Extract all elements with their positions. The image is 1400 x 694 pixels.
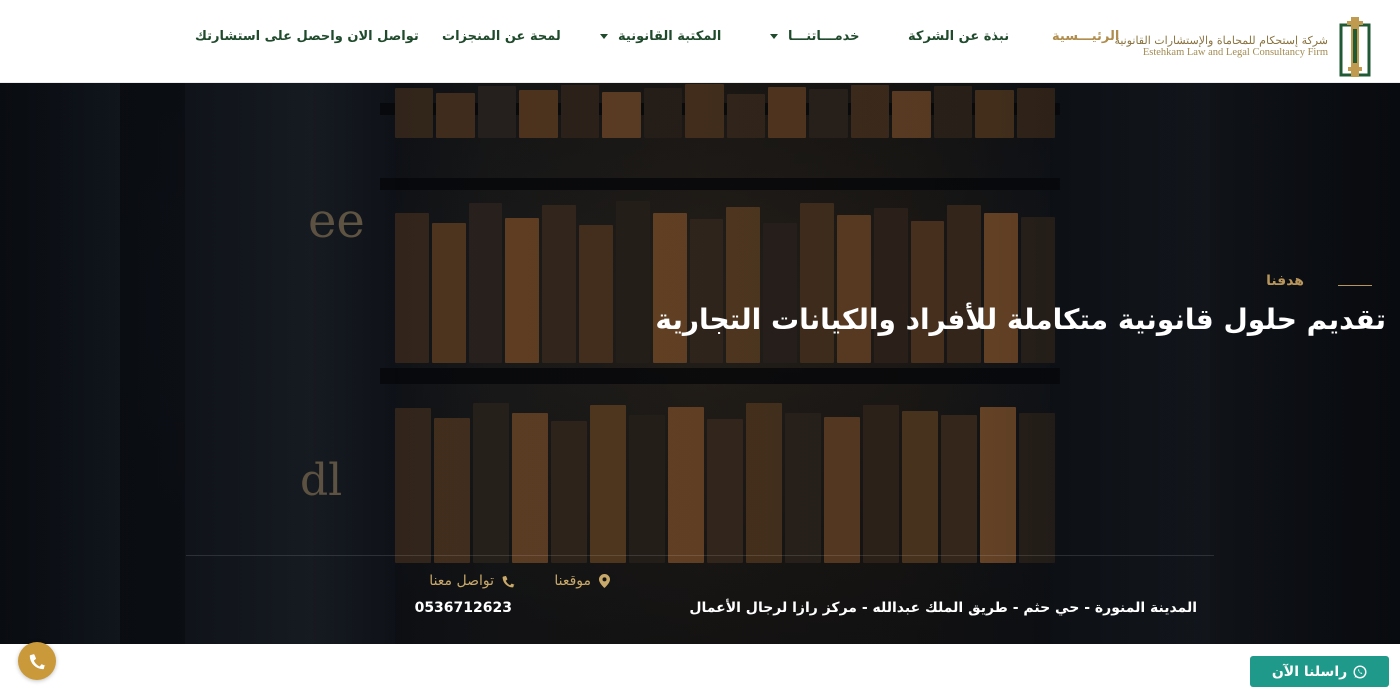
phone-icon: [29, 653, 45, 669]
nav-achievements[interactable]: لمحة عن المنجزات: [442, 26, 561, 46]
brand-logo[interactable]: شركة إستحكام للمحاماة والإستشارات القانو…: [1114, 14, 1372, 80]
call-button[interactable]: [18, 642, 56, 680]
location-label-text: موقعنا: [554, 573, 591, 589]
chevron-down-icon: [770, 33, 778, 39]
phone-icon: [502, 575, 515, 587]
brand-text: شركة إستحكام للمحاماة والإستشارات القانو…: [1114, 34, 1328, 60]
nav-library[interactable]: المكتبة القانونية: [600, 26, 721, 46]
whatsapp-icon: [1353, 664, 1367, 679]
whatsapp-button[interactable]: راسلنا الآن: [1250, 656, 1389, 687]
chevron-down-icon: [600, 33, 608, 39]
contact-label: تواصل معنا: [429, 573, 515, 589]
phone-number-link[interactable]: 0536712623: [415, 600, 512, 616]
nav-home[interactable]: الرئيـــسية: [1052, 26, 1119, 46]
location-label: موقعنا: [554, 573, 610, 589]
hero-divider: [186, 555, 1214, 556]
nav-services[interactable]: خدمـــاتنـــا: [770, 26, 860, 46]
whatsapp-label: راسلنا الآن: [1271, 663, 1348, 680]
nav-services-label: خدمـــاتنـــا: [788, 28, 860, 44]
hero-kicker: هدفنا: [1266, 273, 1304, 289]
brand-name-ar: شركة إستحكام للمحاماة والإستشارات القانو…: [1114, 34, 1328, 48]
location-value: المدينة المنورة - حي حثم - طريق الملك عب…: [689, 600, 1197, 616]
site-header: شركة إستحكام للمحاماة والإستشارات القانو…: [0, 0, 1400, 83]
nav-library-label: المكتبة القانونية: [618, 28, 722, 44]
contact-label-text: تواصل معنا: [429, 573, 494, 589]
hero-title: تقديم حلول قانونية متكاملة للأفراد والكي…: [655, 303, 1386, 336]
hero-section: ee dl هدفنا تقديم حلول قانونية متكاملة ل…: [0, 83, 1400, 644]
nav-about[interactable]: نبذة عن الشركة: [908, 26, 1009, 46]
map-pin-icon: [599, 574, 610, 588]
tower-logo-icon: [1339, 17, 1371, 77]
brand-name-en: Estehkam Law and Legal Consultancy Firm: [1142, 47, 1328, 59]
kicker-line: [1338, 285, 1372, 286]
nav-contact[interactable]: تواصل الان واحصل على استشارتك: [195, 26, 419, 46]
